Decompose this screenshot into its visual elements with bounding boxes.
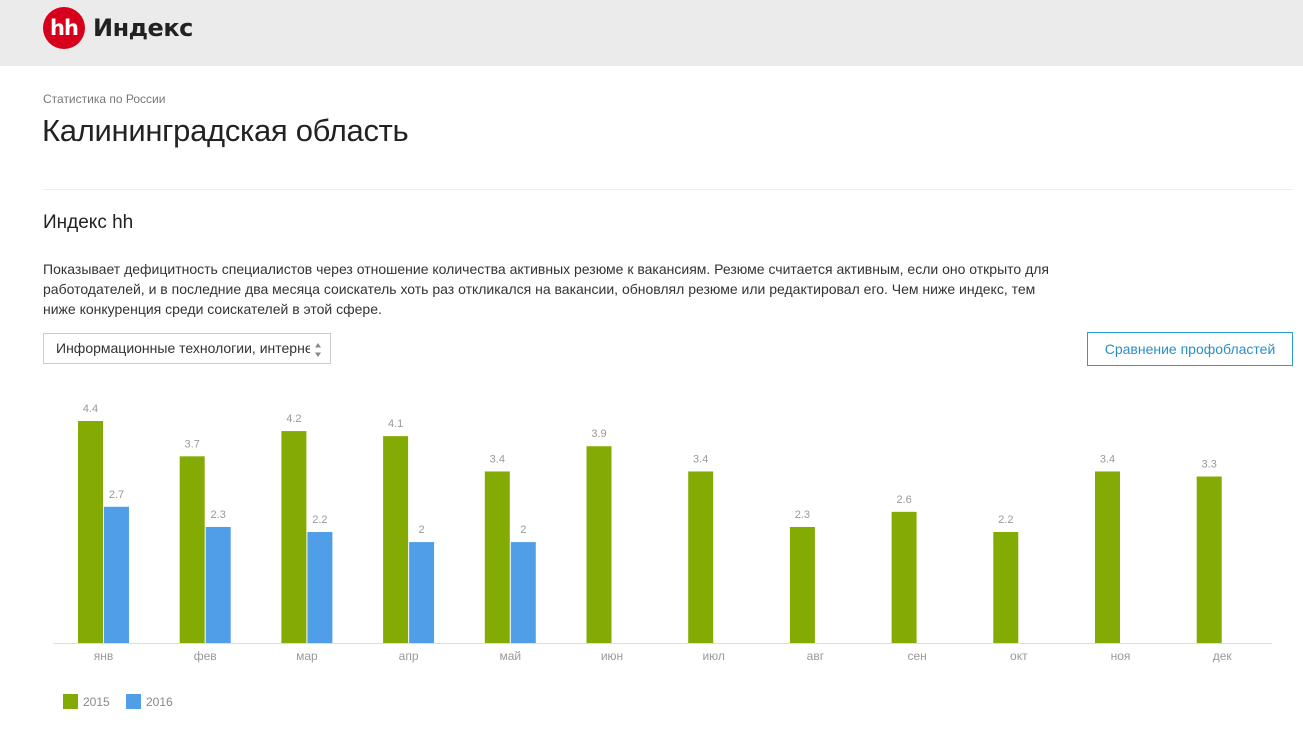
data-label-2016-мар: 2.2 <box>312 514 327 526</box>
legend-swatch-2015 <box>63 694 78 709</box>
x-tick-label-янв: янв <box>94 649 114 663</box>
bar-2015-окт <box>993 532 1019 643</box>
data-label-2015-янв: 4.4 <box>83 403 98 415</box>
data-label-2016-апр: 2 <box>419 524 425 536</box>
data-label-2015-авг: 2.3 <box>795 509 810 521</box>
bar-2016-янв <box>104 506 129 643</box>
divider <box>43 189 1293 190</box>
data-label-2015-май: 3.4 <box>490 453 505 465</box>
section-description: Показывает дефицитность специалистов чер… <box>43 261 1049 317</box>
legend-label-2016: 2016 <box>146 695 173 709</box>
bar-2015-май <box>484 471 510 643</box>
up-down-arrows-icon <box>314 340 322 358</box>
bar-2016-мар <box>307 532 333 643</box>
x-tick-label-дек: дек <box>1213 649 1233 663</box>
data-label-2015-июл: 3.4 <box>693 453 708 465</box>
x-tick-label-окт: окт <box>1010 649 1028 663</box>
x-tick-label-фев: фев <box>194 649 217 663</box>
x-tick-label-ноя: ноя <box>1111 649 1131 663</box>
data-label-2016-янв: 2.7 <box>109 489 124 501</box>
profarea-select-value: Информационные технологии, интернет, тел… <box>56 340 310 356</box>
data-label-2016-фев: 2.3 <box>211 509 226 521</box>
x-tick-label-май: май <box>499 649 521 663</box>
bar-2015-ноя <box>1095 471 1120 643</box>
x-tick-label-июн: июн <box>601 649 623 663</box>
data-label-2015-окт: 2.2 <box>998 514 1013 526</box>
bar-2015-янв <box>78 421 103 643</box>
data-label-2015-фев: 3.7 <box>185 438 200 450</box>
data-label-2015-дек: 3.3 <box>1202 459 1217 471</box>
compare-profareas-button[interactable]: Сравнение профобластей <box>1087 332 1293 366</box>
bar-2015-июн <box>586 446 612 643</box>
data-label-2015-мар: 4.2 <box>286 413 301 425</box>
data-label-2015-сен: 2.6 <box>896 494 911 506</box>
bar-2015-фев <box>179 456 205 643</box>
header: hh Индекс <box>0 0 1303 66</box>
x-tick-label-июл: июл <box>702 649 724 663</box>
hh-logo[interactable]: hh <box>43 7 85 49</box>
data-label-2015-ноя: 3.4 <box>1100 453 1115 465</box>
data-label-2016-май: 2 <box>520 524 526 536</box>
bar-2015-дек <box>1196 476 1222 643</box>
index-bar-chart: 4.4 2.7 янв 3.7 2.3 фев 4.2 2.2 мар 4.1 2 апр 3.4 2 ма… <box>53 403 1272 663</box>
x-tick-label-авг: авг <box>807 649 825 663</box>
page-title: Калининградская область <box>42 113 409 148</box>
brand-title: Индекс <box>93 14 193 42</box>
bar-2015-сен <box>891 511 917 643</box>
profarea-select[interactable]: Информационные технологии, интернет, тел… <box>43 333 331 364</box>
bar-2016-май <box>510 542 536 643</box>
bar-2016-фев <box>205 526 231 643</box>
legend-item-2016[interactable]: 2016 <box>126 694 173 710</box>
section-title: Индекс hh <box>43 212 134 233</box>
bar-2016-апр <box>409 542 435 643</box>
legend-label-2015: 2015 <box>83 695 110 709</box>
legend-swatch-2016 <box>126 694 141 709</box>
data-label-2015-июн: 3.9 <box>591 428 606 440</box>
x-tick-label-апр: апр <box>399 649 419 663</box>
x-tick-label-сен: сен <box>907 649 926 663</box>
breadcrumb[interactable]: Статистика по России <box>43 92 165 106</box>
x-tick-label-мар: мар <box>296 649 318 663</box>
legend-item-2015[interactable]: 2015 <box>63 694 110 710</box>
bar-2015-апр <box>383 436 409 643</box>
bar-2015-июл <box>688 471 714 643</box>
bar-2015-авг <box>789 526 815 643</box>
data-label-2015-апр: 4.1 <box>388 418 403 430</box>
bar-2015-мар <box>281 431 307 643</box>
